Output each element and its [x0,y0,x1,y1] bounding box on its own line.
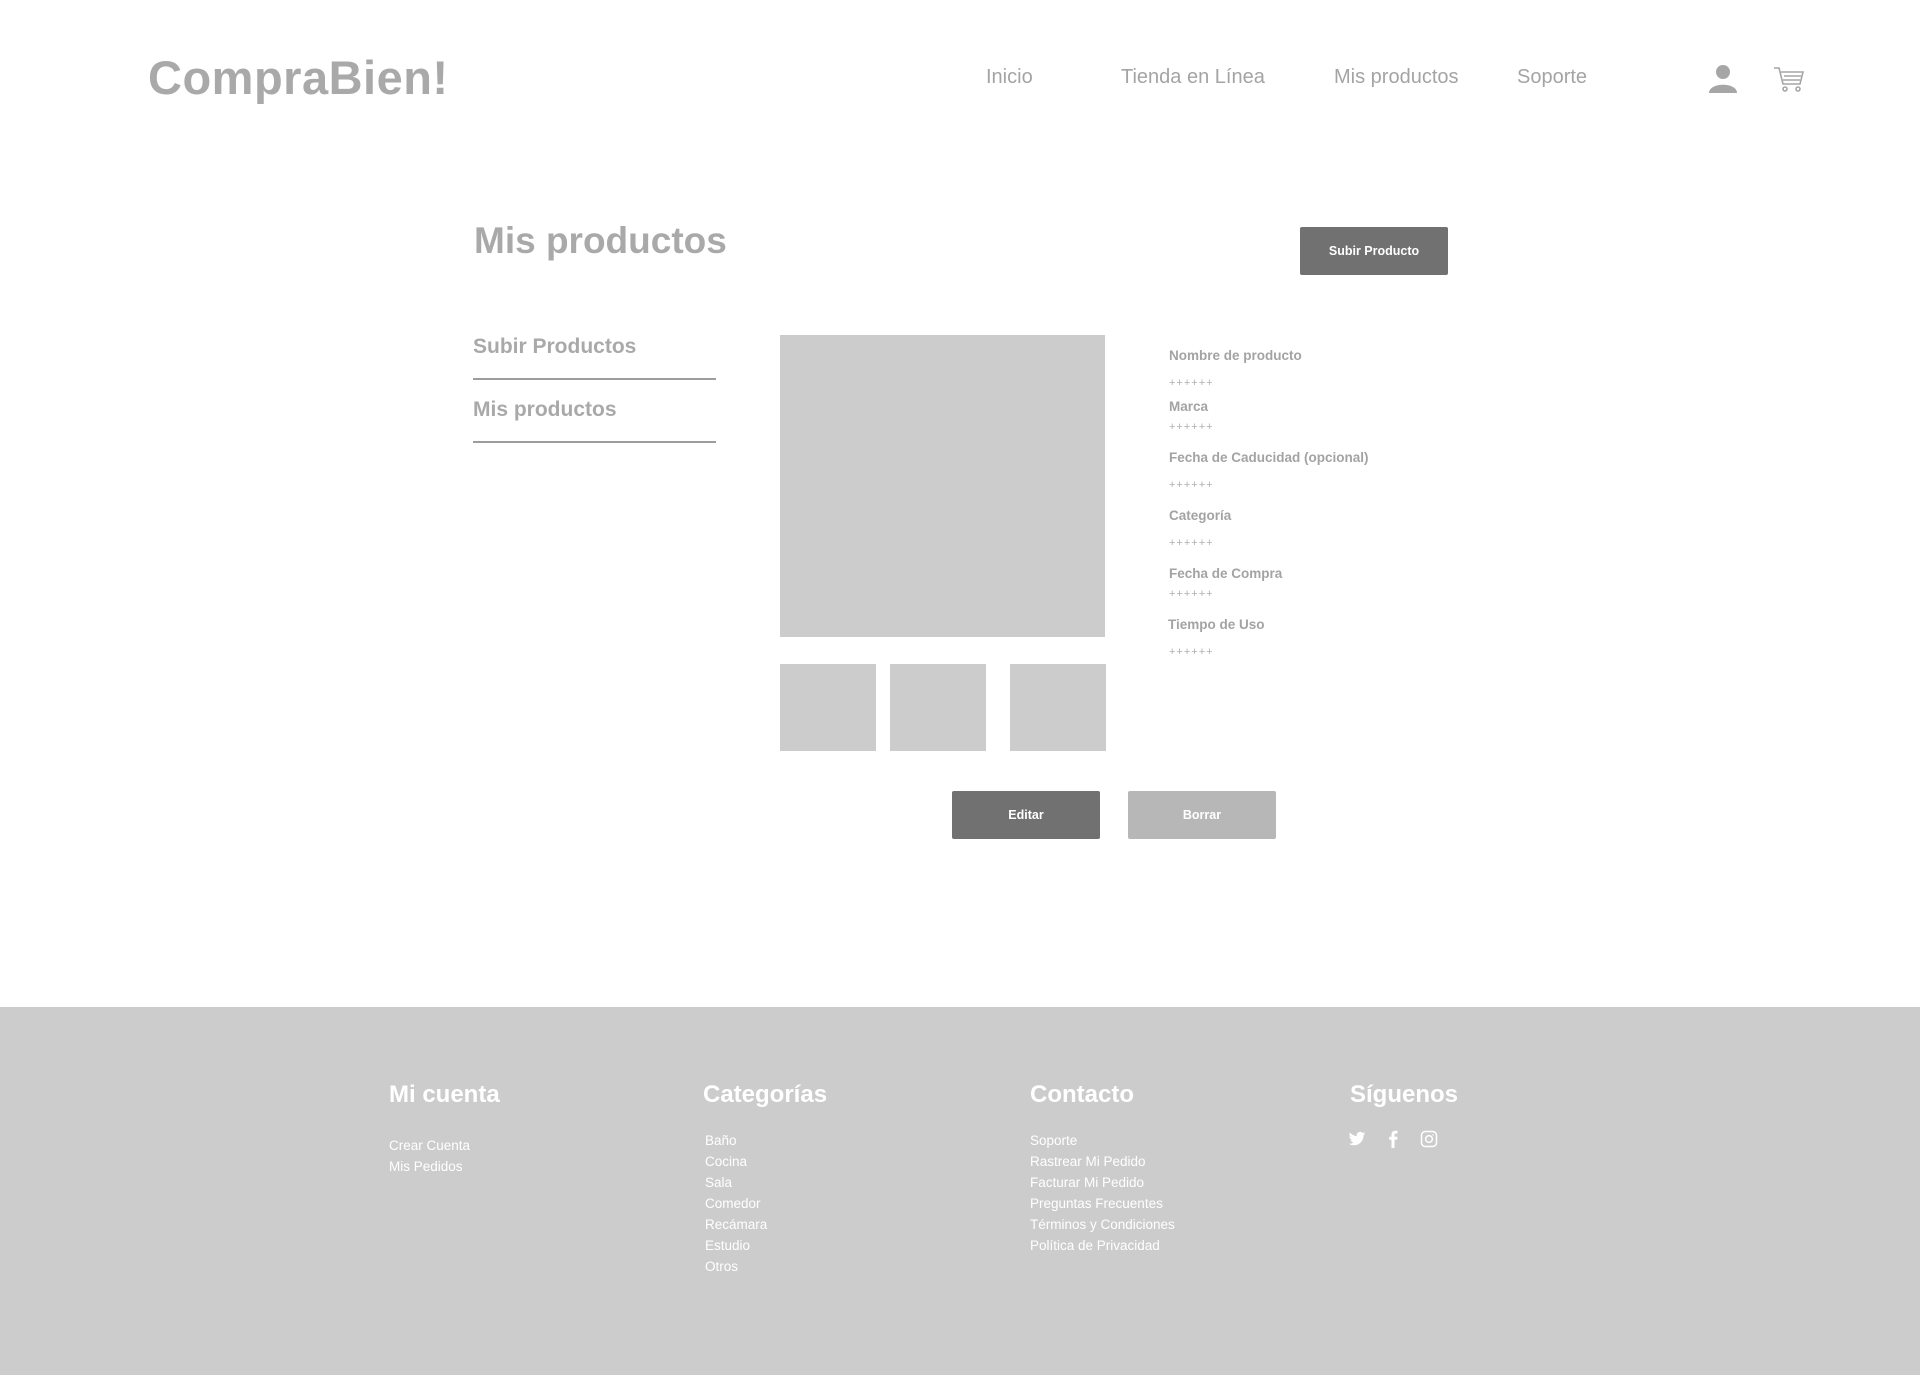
facebook-icon[interactable] [1386,1130,1406,1150]
footer-heading-account: Mi cuenta [389,1081,500,1108]
footer-link-privacidad[interactable]: Política de Privacidad [1030,1238,1160,1253]
product-thumbnail[interactable] [780,664,876,751]
delete-button[interactable]: Borrar [1128,791,1276,839]
user-icon[interactable] [1706,62,1740,96]
product-thumbnail[interactable] [890,664,986,751]
footer-link-facturar[interactable]: Facturar Mi Pedido [1030,1175,1144,1190]
footer-link-comedor[interactable]: Comedor [705,1196,761,1211]
detail-label-fecha-compra: Fecha de Compra [1169,566,1283,581]
footer-link-cocina[interactable]: Cocina [705,1154,747,1169]
cart-icon[interactable] [1772,62,1806,96]
footer [0,1007,1920,1375]
side-menu-divider [473,441,716,443]
detail-value-nombre: ++++++ [1169,377,1214,389]
detail-value-marca: ++++++ [1169,421,1214,433]
detail-label-nombre: Nombre de producto [1169,348,1302,363]
footer-link-otros[interactable]: Otros [705,1259,738,1274]
footer-heading-follow: Síguenos [1350,1081,1459,1108]
footer-link-terminos[interactable]: Términos y Condiciones [1030,1217,1175,1232]
footer-link-mis-pedidos[interactable]: Mis Pedidos [389,1159,463,1174]
detail-value-caducidad: ++++++ [1169,479,1214,491]
detail-label-caducidad: Fecha de Caducidad (opcional) [1169,450,1369,465]
nav-inicio[interactable]: Inicio [986,66,1033,89]
product-main-image[interactable] [780,335,1105,637]
twitter-icon[interactable] [1348,1130,1368,1150]
instagram-icon[interactable] [1420,1130,1440,1150]
nav-soporte[interactable]: Soporte [1517,66,1587,89]
detail-label-marca: Marca [1169,399,1209,414]
detail-label-tiempo-uso: Tiempo de Uso [1168,617,1265,632]
nav-tienda-en-linea[interactable]: Tienda en Línea [1121,66,1265,89]
detail-value-tiempo-uso: ++++++ [1169,646,1214,658]
logo[interactable]: CompraBien! [148,50,449,105]
page-title: Mis productos [474,220,727,261]
edit-button[interactable]: Editar [952,791,1100,839]
footer-link-recamara[interactable]: Recámara [705,1217,767,1232]
detail-value-fecha-compra: ++++++ [1169,588,1214,600]
detail-label-categoria: Categoría [1169,508,1232,523]
side-menu-subir-productos[interactable]: Subir Productos [473,335,636,359]
footer-link-preguntas[interactable]: Preguntas Frecuentes [1030,1196,1163,1211]
footer-link-bano[interactable]: Baño [705,1133,737,1148]
upload-product-button[interactable]: Subir Producto [1300,227,1448,275]
nav-mis-productos[interactable]: Mis productos [1334,66,1459,89]
footer-heading-categories: Categorías [703,1081,828,1108]
detail-value-categoria: ++++++ [1169,537,1214,549]
footer-link-rastrear[interactable]: Rastrear Mi Pedido [1030,1154,1146,1169]
side-menu-mis-productos[interactable]: Mis productos [473,398,617,422]
footer-link-estudio[interactable]: Estudio [705,1238,750,1253]
footer-link-crear-cuenta[interactable]: Crear Cuenta [389,1138,470,1153]
footer-link-sala[interactable]: Sala [705,1175,732,1190]
footer-link-soporte[interactable]: Soporte [1030,1133,1077,1148]
product-thumbnail[interactable] [1010,664,1106,751]
side-menu-divider [473,378,716,380]
footer-heading-contact: Contacto [1030,1081,1134,1108]
